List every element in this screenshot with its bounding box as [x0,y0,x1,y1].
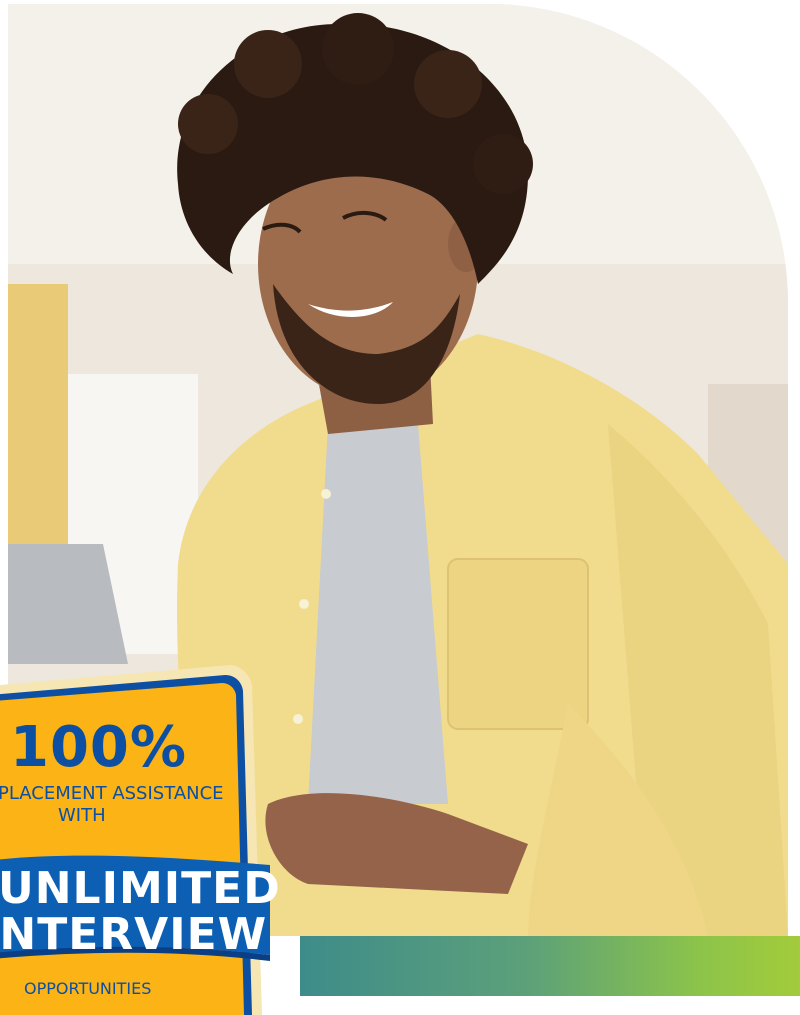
badge-highlight1: UNLIMITED [0,863,281,914]
badge-line3: OPPORTUNITIES [24,979,152,998]
badge-shape [0,665,270,1015]
curl [178,94,238,154]
badge-line2: WITH [58,805,106,826]
shirt-button [321,489,331,499]
curl [234,30,302,98]
curl [473,134,533,194]
badge-line1: PLACEMENT ASSISTANCE [0,783,224,804]
badge-percent: 100% [10,715,188,780]
placement-badge: 100% PLACEMENT ASSISTANCE WITH UNLIMITED… [0,655,280,1015]
curl [322,13,394,85]
shirt-pocket [447,558,589,730]
curtain [8,284,68,584]
gradient-band [300,936,800,996]
badge-highlight2: INTERVIEW [0,909,268,960]
curl [414,50,482,118]
shirt-button [299,599,309,609]
